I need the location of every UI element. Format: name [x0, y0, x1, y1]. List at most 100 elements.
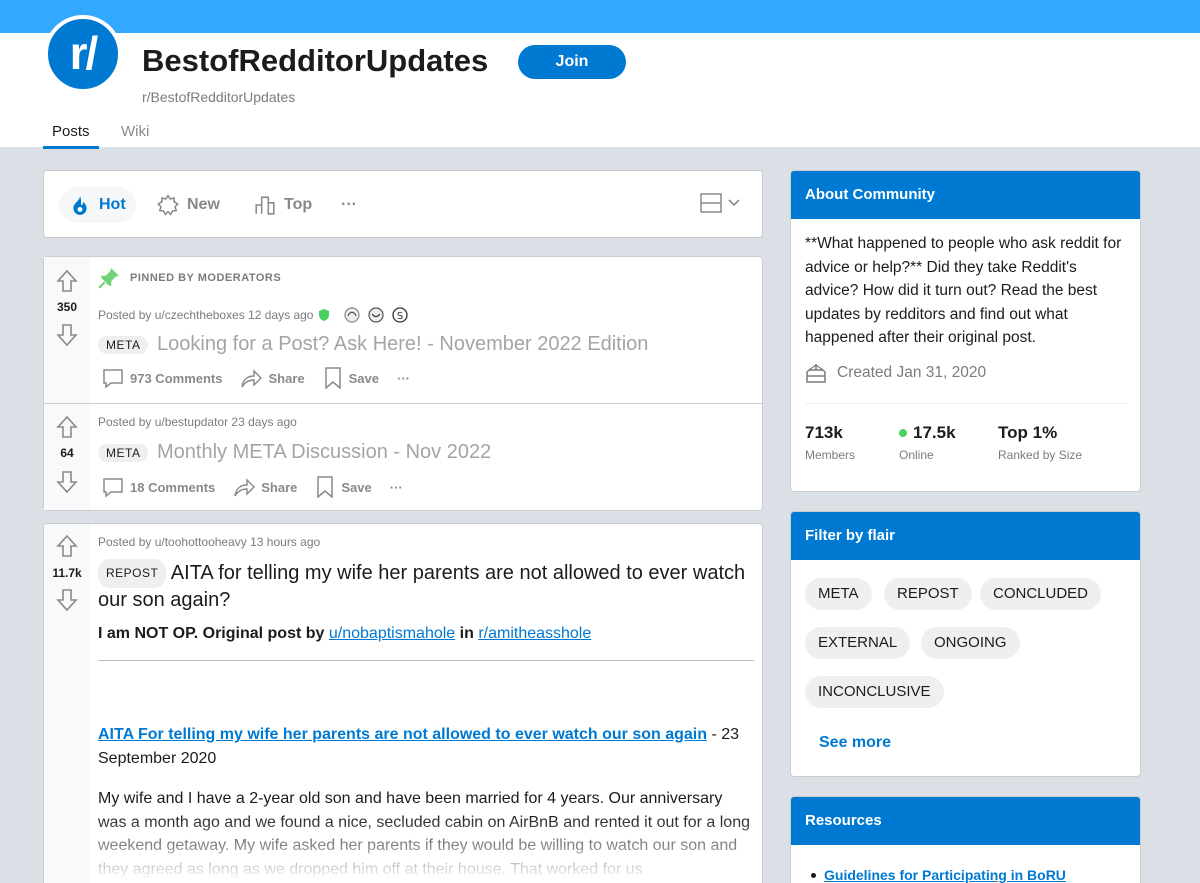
- original-poster-link[interactable]: u/nobaptismahole: [329, 625, 455, 642]
- flair-chip-meta[interactable]: META: [805, 578, 872, 610]
- share-button[interactable]: Share: [240, 367, 305, 389]
- downvote-icon[interactable]: [56, 588, 78, 612]
- original-post-link[interactable]: AITA For telling my wife her parents are…: [98, 726, 707, 743]
- about-community-widget: About Community **What happened to peopl…: [790, 170, 1141, 492]
- flair-filter-widget: Filter by flair META REPOST CONCLUDED EX…: [790, 511, 1141, 777]
- post-intro: I am NOT OP. Original post by u/nobaptis…: [98, 622, 754, 646]
- pinned-row: PINNED BY MODERATORS: [98, 267, 281, 289]
- post-score: 350: [56, 300, 78, 314]
- post-card-pinned[interactable]: 350 PINNED BY MODERATORS Posted by u/cze…: [43, 256, 763, 404]
- post-score: 64: [60, 446, 74, 460]
- posted-by[interactable]: Posted by u/bestupdator 23 days ago: [98, 415, 297, 429]
- award-icon: S: [392, 307, 409, 323]
- subreddit-title: BestofRedditorUpdates: [142, 43, 489, 78]
- bookmark-icon: [324, 367, 341, 389]
- sort-hot-button[interactable]: Hot: [59, 187, 136, 223]
- share-icon: [241, 369, 263, 388]
- created-row: Created Jan 31, 2020: [805, 362, 986, 384]
- sparkle-icon: [157, 194, 179, 216]
- flair-chip-inconclusive[interactable]: INCONCLUSIVE: [805, 676, 944, 708]
- subreddit-name: r/BestofRedditorUpdates: [142, 89, 296, 105]
- sort-new-label: New: [187, 196, 220, 213]
- save-label: Save: [341, 479, 372, 495]
- more-options-button[interactable]: ···: [390, 480, 403, 495]
- save-button[interactable]: Save: [315, 476, 372, 498]
- award-icon: [368, 307, 385, 323]
- comments-label: 18 Comments: [130, 479, 216, 495]
- intro-in: in: [459, 625, 474, 642]
- downvote-icon[interactable]: [56, 323, 78, 347]
- see-more-link[interactable]: See more: [819, 734, 891, 752]
- comments-button[interactable]: 18 Comments: [102, 476, 215, 498]
- card-layout-icon: [700, 193, 722, 213]
- upvote-icon[interactable]: [56, 534, 78, 558]
- subreddit-link[interactable]: r/amitheasshole: [478, 625, 591, 642]
- subreddit-banner: [0, 0, 1200, 33]
- join-button[interactable]: Join: [518, 45, 626, 79]
- award-icon: [344, 307, 361, 323]
- created-date: Created Jan 31, 2020: [837, 364, 987, 381]
- view-layout-button[interactable]: [700, 193, 740, 213]
- bullet-icon: [811, 872, 816, 878]
- sort-top-button[interactable]: Top: [254, 187, 312, 223]
- post-flair[interactable]: META: [98, 335, 149, 354]
- comments-button[interactable]: 973 Comments: [102, 367, 222, 389]
- comment-icon: [103, 369, 123, 389]
- posted-by[interactable]: Posted by u/czechtheboxes 12 days ago: [98, 308, 313, 322]
- post-title[interactable]: Looking for a Post? Ask Here! - November…: [157, 333, 648, 355]
- divider: [98, 660, 754, 661]
- online-label: Online: [899, 448, 934, 462]
- shield-icon: [319, 309, 330, 321]
- post-actions: 18 Comments Share Save ···: [102, 476, 421, 498]
- vote-column: 11.7k: [44, 524, 90, 883]
- chevron-down-icon: [728, 199, 740, 207]
- sort-bar: Hot New Top ···: [43, 170, 763, 238]
- widget-header: Filter by flair: [791, 512, 1140, 560]
- resource-link[interactable]: Guidelines for Participating in BoRU: [824, 867, 1066, 883]
- rank-value: Top 1%: [998, 423, 1058, 442]
- posted-by[interactable]: Posted by u/toohottooheavy 13 hours ago: [98, 535, 320, 549]
- flair-chip-ongoing[interactable]: ONGOING: [921, 627, 1020, 659]
- flair-chip-concluded[interactable]: CONCLUDED: [980, 578, 1102, 610]
- downvote-icon[interactable]: [56, 470, 78, 494]
- post-flair[interactable]: META: [98, 443, 149, 462]
- sort-more-button[interactable]: ···: [341, 187, 357, 223]
- bookmark-icon: [317, 476, 334, 498]
- community-description: **What happened to people who ask reddit…: [805, 235, 1122, 346]
- post-card[interactable]: 64 Posted by u/bestupdator 23 days ago M…: [43, 403, 763, 511]
- post-score: 11.7k: [52, 566, 82, 580]
- resources-widget: Resources Guidelines for Participating i…: [790, 796, 1141, 883]
- intro-text: I am NOT OP. Original post by: [98, 625, 325, 642]
- upvote-icon[interactable]: [56, 269, 78, 293]
- post-actions: 973 Comments Share Save ···: [102, 367, 428, 389]
- post-card-expanded[interactable]: 11.7k Posted by u/toohottooheavy 13 hour…: [43, 523, 763, 883]
- post-meta: Posted by u/czechtheboxes 12 days ago S: [98, 306, 409, 324]
- sort-top-label: Top: [284, 196, 313, 213]
- post-title-row: META Looking for a Post? Ask Here! - Nov…: [98, 333, 648, 356]
- tab-wiki[interactable]: Wiki: [121, 123, 149, 140]
- widget-header: About Community: [791, 171, 1140, 219]
- more-options-button[interactable]: ···: [397, 371, 410, 386]
- post-title[interactable]: Monthly META Discussion - Nov 2022: [157, 441, 491, 463]
- flair-chip-repost[interactable]: REPOST: [884, 578, 972, 610]
- post-body: My wife and I have a 2-year old son and …: [98, 790, 750, 878]
- widget-header: Resources: [791, 797, 1140, 845]
- rank-label: Ranked by Size: [998, 448, 1083, 462]
- resource-item: Guidelines for Participating in BoRU: [811, 867, 1066, 883]
- tab-posts[interactable]: Posts: [43, 123, 99, 149]
- svg-text:S: S: [397, 311, 403, 322]
- vote-column: 64: [44, 404, 90, 510]
- share-button[interactable]: Share: [233, 476, 297, 498]
- comment-icon: [103, 478, 123, 498]
- divider: [805, 403, 1127, 404]
- subreddit-icon: r/: [44, 15, 122, 93]
- flame-icon: [73, 196, 87, 215]
- members-count: 713k: [805, 423, 843, 442]
- upvote-icon[interactable]: [56, 415, 78, 439]
- post-flair[interactable]: REPOST: [98, 559, 167, 588]
- flair-chip-external[interactable]: EXTERNAL: [805, 627, 911, 659]
- sort-new-button[interactable]: New: [157, 187, 220, 223]
- comments-label: 973 Comments: [130, 370, 223, 386]
- post-title[interactable]: AITA for telling my wife her parents are…: [98, 562, 745, 611]
- save-button[interactable]: Save: [323, 367, 379, 389]
